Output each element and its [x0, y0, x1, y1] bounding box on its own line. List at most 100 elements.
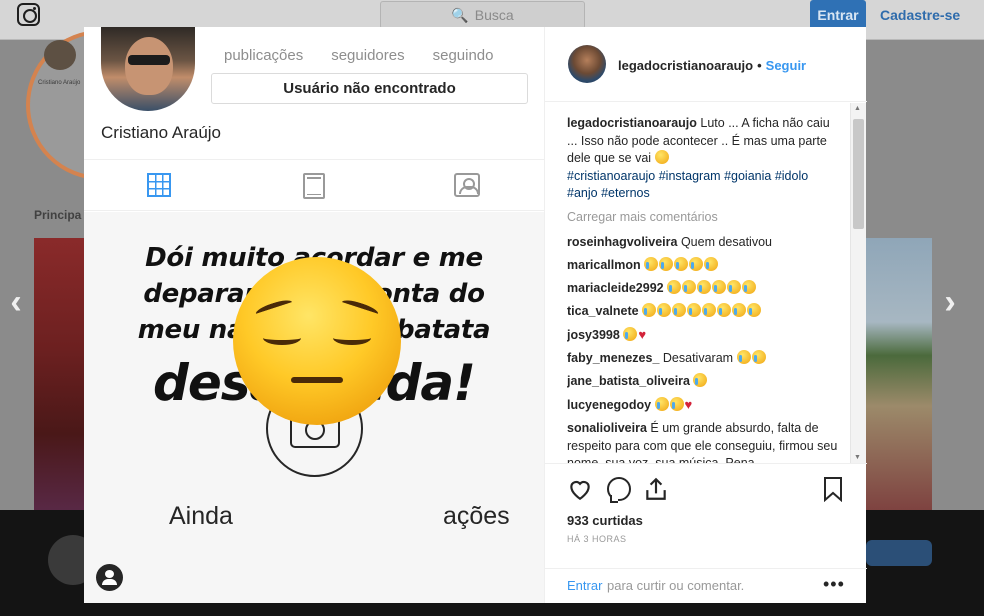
comment-username[interactable]: sonalioliveira: [567, 421, 647, 435]
follow-button[interactable]: Seguir: [766, 58, 806, 73]
pensive-face-emoji-icon: [233, 257, 401, 425]
instagram-logo-icon: [17, 3, 40, 26]
crying-face-emoji-icon: [712, 280, 727, 294]
hashtag[interactable]: #instagram: [659, 169, 721, 183]
user-icon[interactable]: [96, 564, 123, 591]
profile-tabs: [84, 159, 544, 211]
next-arrow-icon[interactable]: ›: [938, 285, 962, 319]
signup-link: Cadastre-se: [880, 7, 961, 23]
crying-face-emoji-icon: [732, 303, 747, 317]
hashtag[interactable]: #goiania: [724, 169, 771, 183]
post-time: HÁ 3 HORAS: [567, 534, 627, 544]
crying-face-emoji-icon: [693, 373, 708, 387]
background-bottom-badge: [866, 540, 932, 566]
crying-face-emoji-icon: [742, 280, 757, 294]
sad-face-emoji-icon: [654, 150, 669, 164]
comment-text: Desativaram: [662, 351, 737, 365]
comment-username[interactable]: josy3998: [567, 328, 620, 342]
search-placeholder: Busca: [474, 7, 514, 23]
crying-face-emoji-icon: [736, 350, 751, 364]
background-avatar-thumb: [44, 40, 76, 70]
comment-row: faby_menezes_ Desativaram: [567, 350, 839, 368]
load-more-comments[interactable]: Carregar mais comentários: [567, 209, 839, 227]
profile-name: Cristiano Araújo: [101, 123, 222, 142]
login-prompt-text: para curtir ou comentar.: [607, 578, 745, 593]
previous-arrow-icon[interactable]: ‹: [4, 285, 28, 319]
caption-username[interactable]: legadocristianoaraujo: [567, 116, 697, 130]
heart-icon[interactable]: [567, 476, 593, 502]
emoji-brow-right: [340, 297, 380, 319]
comment-username[interactable]: tica_valnete: [567, 304, 639, 318]
login-link[interactable]: Entrar: [567, 578, 602, 593]
comment-username[interactable]: maricallmon: [567, 258, 641, 272]
stat-followers: seguidores: [331, 47, 405, 64]
crying-face-emoji-icon: [644, 257, 659, 271]
comment-username[interactable]: roseinhagvoliveira: [567, 235, 677, 249]
search-icon: 🔍: [451, 6, 469, 23]
crying-face-emoji-icon: [672, 303, 687, 317]
background-section-label: Principa: [34, 208, 82, 222]
login-button: Entrar: [810, 0, 866, 30]
emoji-brow-left: [254, 297, 294, 319]
crying-face-emoji-icon: [727, 280, 742, 294]
emoji-eye-right: [333, 331, 371, 345]
crying-face-emoji-icon: [687, 303, 702, 317]
post-media: publicações seguidores seguindo Usuário …: [84, 27, 544, 603]
comments-scrollbar[interactable]: ▲ ▼: [850, 103, 866, 463]
post-sidebar: legadocristianoaraujo • Seguir legadocrist…: [544, 27, 867, 603]
background-thumbnail-right: [866, 238, 932, 518]
hashtag[interactable]: #cristianoaraujo: [567, 169, 655, 183]
search-box: 🔍 Busca: [380, 1, 585, 29]
comment-username[interactable]: jane_batista_oliveira: [567, 374, 690, 388]
crying-face-emoji-icon: [682, 280, 697, 294]
user-not-found-box: Usuário não encontrado: [211, 73, 528, 104]
post-author-username[interactable]: legadocristianoaraujo: [618, 58, 753, 73]
post-header: legadocristianoaraujo • Seguir: [545, 27, 867, 102]
igtv-tab-icon[interactable]: [303, 173, 325, 199]
scroll-thumb[interactable]: [853, 119, 864, 229]
crying-face-emoji-icon: [657, 303, 672, 317]
comment-text: Quem desativou: [680, 235, 772, 249]
comment-username[interactable]: mariacleide2992: [567, 281, 664, 295]
likes-count[interactable]: 933 curtidas: [567, 513, 643, 528]
comment-row: maricallmon: [567, 257, 839, 275]
no-posts-text: Ainda ações: [169, 502, 510, 531]
no-posts-part-b: ações: [442, 502, 510, 530]
sunglasses-icon: [128, 55, 170, 65]
separator-dot: •: [757, 58, 762, 73]
tagged-tab-icon[interactable]: [454, 173, 480, 197]
emoji-eye-left: [263, 331, 301, 345]
bookmark-icon[interactable]: [823, 476, 843, 502]
login-prompt: Entrar para curtir ou comentar. •••: [545, 568, 867, 603]
comment-icon[interactable]: [607, 477, 631, 503]
comment-row: jane_batista_oliveira: [567, 373, 839, 391]
post-modal: publicações seguidores seguindo Usuário …: [84, 27, 867, 603]
crying-face-emoji-icon: [747, 303, 762, 317]
post-author: legadocristianoaraujo • Seguir: [618, 58, 806, 73]
post-author-avatar[interactable]: [568, 45, 606, 83]
scroll-down-icon[interactable]: ▼: [854, 454, 861, 461]
comment-row: mariacleide2992: [567, 280, 839, 298]
comment-row: sonalioliveira É um grande absurdo, falt…: [567, 420, 839, 463]
comment-username[interactable]: lucyenegodoy: [567, 398, 651, 412]
grid-tab-icon[interactable]: [147, 173, 171, 197]
crying-face-emoji-icon: [642, 303, 657, 317]
comment-username[interactable]: faby_menezes_: [567, 351, 659, 365]
hashtag[interactable]: #eternos: [601, 186, 650, 200]
red-heart-emoji-icon: ♥: [638, 327, 647, 342]
comment-rows: roseinhagvoliveira Quem desativou marica…: [567, 234, 839, 463]
red-heart-emoji-icon: ♥: [684, 397, 693, 412]
scroll-up-icon[interactable]: ▲: [854, 105, 861, 112]
share-icon[interactable]: [643, 476, 669, 502]
comment-row: lucyenegodoy ♥: [567, 396, 839, 415]
crying-face-emoji-icon: [702, 303, 717, 317]
more-options-icon[interactable]: •••: [823, 574, 845, 595]
post-actions: 933 curtidas HÁ 3 HORAS: [545, 463, 867, 568]
hashtag[interactable]: #idolo: [775, 169, 808, 183]
stat-posts: publicações: [224, 47, 304, 64]
crying-face-emoji-icon: [717, 303, 732, 317]
comment-row: tica_valnete: [567, 303, 839, 321]
crying-face-emoji-icon: [654, 397, 669, 411]
no-posts-part-a: Ainda: [169, 502, 233, 530]
hashtag[interactable]: #anjo: [567, 186, 598, 200]
